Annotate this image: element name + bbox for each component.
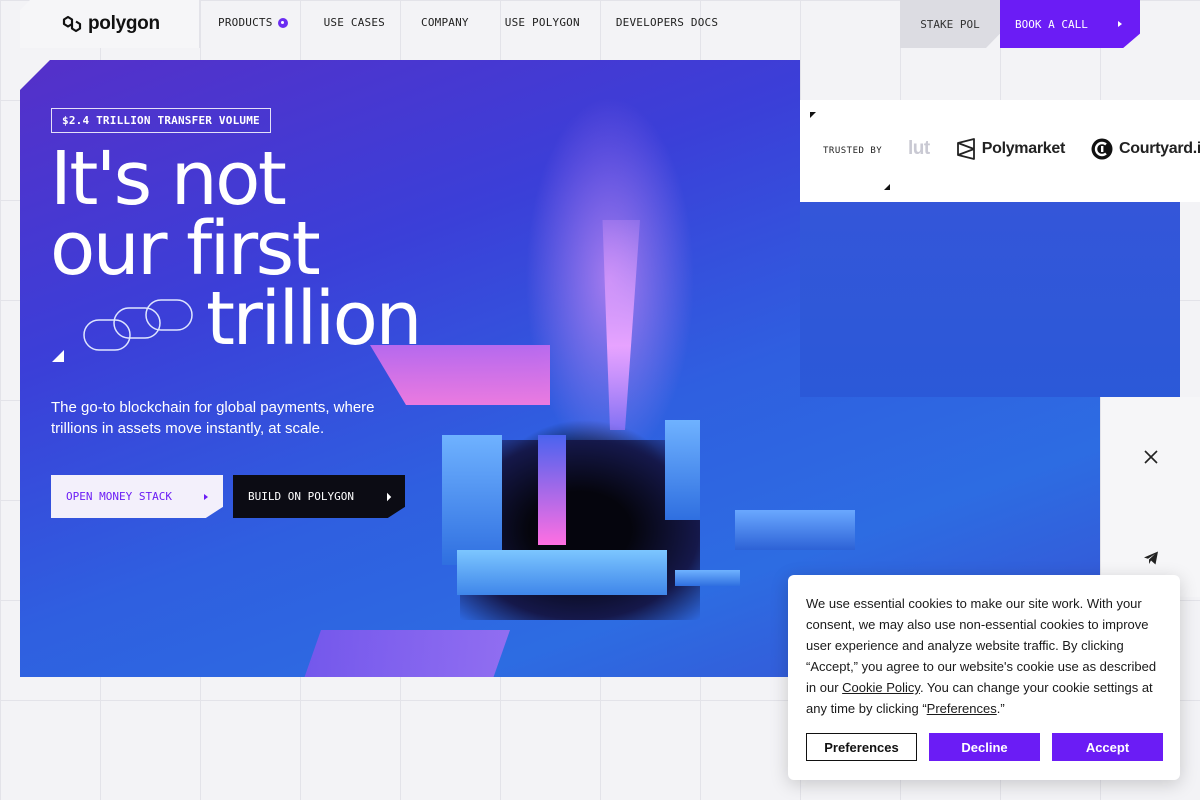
- hero-art-panel: [800, 202, 1180, 397]
- headline-line-2: our first: [50, 206, 321, 292]
- corner-triangle-icon: [52, 350, 64, 362]
- nav-item-use-cases[interactable]: USE CASES: [324, 16, 385, 29]
- social-sidebar: [1100, 397, 1200, 597]
- corner-marker-icon: [810, 112, 816, 118]
- cookie-text-part: .”: [996, 701, 1005, 716]
- hero-art-light-shard: [602, 220, 640, 430]
- nav-item-developers-docs[interactable]: DEVELOPERS DOCS: [616, 16, 718, 29]
- decline-button[interactable]: Decline: [929, 733, 1040, 761]
- preferences-button[interactable]: Preferences: [806, 733, 917, 761]
- nav-item-label: DEVELOPERS DOCS: [615, 16, 719, 29]
- hero-art-block: [735, 510, 855, 550]
- cookie-buttons: Preferences Decline Accept: [806, 733, 1163, 761]
- polygon-logo[interactable]: polygon: [20, 0, 200, 48]
- polymarket-name: Polymarket: [981, 140, 1066, 157]
- nav-item-company[interactable]: COMPANY: [421, 16, 469, 29]
- preferences-link[interactable]: Preferences: [927, 701, 997, 716]
- hero-art-floor-slab: [300, 630, 510, 677]
- book-a-call-label: BOOK A CALL: [1015, 17, 1088, 31]
- nav-item-label: PRODUCTS: [218, 16, 273, 29]
- courtyard-name: Courtyard.io: [1119, 140, 1200, 157]
- telegram-icon[interactable]: [1143, 550, 1159, 566]
- top-nav: polygon PRODUCTS USE CASES COMPANY USE P…: [20, 0, 1140, 48]
- polymarket-icon: [956, 138, 975, 160]
- cta-secondary-label: BUILD ON POLYGON: [248, 490, 354, 503]
- book-a-call-button[interactable]: BOOK A CALL: [1000, 0, 1140, 48]
- nav-item-label: USE CASES: [323, 16, 385, 29]
- x-icon[interactable]: [1143, 449, 1159, 465]
- nav-item-use-polygon[interactable]: USE POLYGON: [505, 16, 580, 29]
- hero-art-block: [457, 550, 667, 595]
- badge-text: $2.4 TRILLION TRANSFER VOLUME: [62, 114, 260, 127]
- cta-primary-label: OPEN MONEY STACK: [66, 490, 172, 503]
- partner-logos: lut Polymarket Courtyard.io: [908, 138, 1200, 160]
- cookie-consent-dialog: We use essential cookies to make our sit…: [788, 575, 1180, 780]
- polygon-logo-icon: [62, 15, 82, 33]
- hero-art-block: [442, 435, 502, 565]
- cookie-policy-link[interactable]: Cookie Policy: [842, 680, 920, 695]
- corner-marker-icon: [884, 184, 890, 190]
- nav-item-products[interactable]: PRODUCTS: [218, 16, 288, 29]
- chain-link-icon: [83, 299, 193, 351]
- courtyard-logo: Courtyard.io: [1091, 138, 1200, 160]
- accept-button[interactable]: Accept: [1052, 733, 1163, 761]
- nav-item-label: USE POLYGON: [504, 16, 580, 29]
- revolut-logo: lut: [908, 138, 930, 159]
- logo-text: polygon: [88, 13, 160, 34]
- hero-art-block: [665, 420, 700, 520]
- trusted-by-strip: TRUSTED BY lut Polymarket Courtyard.io: [800, 100, 1200, 202]
- arrow-right-icon: [1118, 21, 1122, 27]
- hero-art-pink-column: [538, 435, 566, 545]
- headline-line-1: It's not: [50, 136, 287, 222]
- trusted-by-label: TRUSTED BY: [823, 146, 883, 156]
- arrow-right-icon: [204, 493, 208, 500]
- hero-subtitle: The go-to blockchain for global payments…: [51, 399, 375, 437]
- transfer-volume-badge: $2.4 TRILLION TRANSFER VOLUME: [51, 108, 271, 133]
- nav-item-label: COMPANY: [421, 16, 469, 29]
- dropdown-dot-icon: [277, 17, 288, 28]
- stake-pol-button[interactable]: STAKE POL: [900, 0, 1000, 48]
- courtyard-icon: [1091, 138, 1113, 160]
- open-money-stack-button[interactable]: OPEN MONEY STACK: [51, 475, 223, 518]
- hero-art-block: [675, 570, 740, 586]
- polymarket-logo: Polymarket: [956, 138, 1065, 160]
- build-on-polygon-button[interactable]: BUILD ON POLYGON: [233, 475, 405, 518]
- arrow-corner-icon: [382, 492, 392, 501]
- cookie-text: We use essential cookies to make our sit…: [806, 593, 1162, 719]
- stake-pol-label: STAKE POL: [920, 17, 980, 31]
